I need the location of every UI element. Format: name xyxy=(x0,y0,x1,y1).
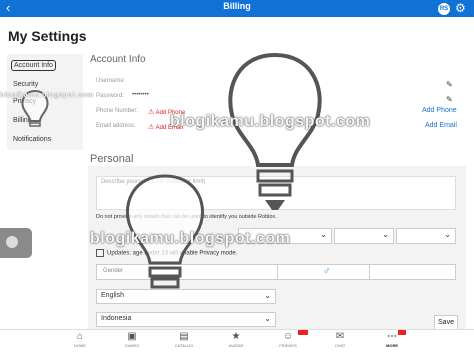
notification-badge xyxy=(298,330,308,335)
nav-avatar[interactable]: ★ AVATAR xyxy=(216,331,256,348)
chevron-down-icon: ⌄ xyxy=(264,291,271,300)
notification-badge xyxy=(398,330,406,335)
chevron-down-icon: ⌄ xyxy=(320,230,327,239)
cart-icon: ▤ xyxy=(179,331,189,342)
watermark-text: blogikamu.blogspot.com xyxy=(0,92,94,99)
country-value: Indonesia xyxy=(101,315,132,322)
chevron-down-icon: ⌄ xyxy=(382,230,389,239)
nav-chat[interactable]: ✉ CHAT xyxy=(320,331,360,348)
updates-checkbox[interactable] xyxy=(96,249,104,257)
chevron-down-icon: ⌄ xyxy=(444,230,451,239)
nav-more[interactable]: ⋯ MORE xyxy=(372,331,412,348)
email-label: Email address: xyxy=(96,123,136,129)
avatar-icon: ★ xyxy=(231,331,241,342)
birth-year-select[interactable]: ⌄ xyxy=(396,228,456,244)
username-label: Username: xyxy=(96,78,126,84)
birth-day-select[interactable]: ⌄ xyxy=(334,228,394,244)
personal-title: Personal xyxy=(90,153,134,165)
home-icon: ⌂ xyxy=(76,331,84,342)
gender-divider xyxy=(277,265,278,279)
nav-label: FRIENDS xyxy=(279,343,297,348)
side-drawer-dot xyxy=(6,236,18,248)
warning-icon: ⚠ xyxy=(148,109,155,116)
sidebar-item-account-info[interactable]: Account Info xyxy=(11,60,56,71)
add-email-link[interactable]: Add Email xyxy=(425,122,457,129)
edit-password-icon[interactable]: ✎ xyxy=(446,95,453,104)
chat-icon: ✉ xyxy=(335,331,345,342)
nav-label: CHAT xyxy=(334,343,346,348)
watermark-text: blogikamu.blogspot.com xyxy=(90,230,291,247)
password-label: Password: xyxy=(96,93,125,99)
edit-password-icon[interactable]: ✎ xyxy=(446,80,453,89)
robux-icon[interactable]: RS xyxy=(438,3,450,15)
top-bar: ‹ Billing RS ⚙ xyxy=(0,0,474,17)
gear-icon[interactable]: ⚙ xyxy=(455,1,466,15)
warning-icon: ⚠ xyxy=(148,124,155,131)
nav-home[interactable]: ⌂ HOME xyxy=(60,331,100,348)
nav-label: AVATAR xyxy=(228,343,244,348)
watermark-text: blogikamu.blogspot.com xyxy=(170,113,371,130)
page-title: My Settings xyxy=(8,28,87,44)
country-select[interactable]: Indonesia ⌄ xyxy=(96,312,276,327)
phone-label: Phone Number: xyxy=(96,108,139,114)
gender-divider xyxy=(369,265,370,279)
password-value: •••••••• xyxy=(132,92,149,98)
more-icon: ⋯ xyxy=(387,331,397,342)
nav-catalog[interactable]: ▤ CATALOG xyxy=(164,331,204,348)
account-info-title: Account Info xyxy=(90,54,146,65)
nav-label: GAMES xyxy=(124,343,140,348)
nav-label: HOME xyxy=(74,343,86,348)
nav-label: CATALOG xyxy=(174,343,194,348)
male-icon[interactable]: ♂ xyxy=(323,266,331,277)
nav-label: MORE xyxy=(386,343,398,348)
add-phone-link[interactable]: Add Phone xyxy=(422,107,457,114)
nav-games[interactable]: ▣ GAMES xyxy=(112,331,152,348)
page-header-title: Billing xyxy=(223,1,251,11)
save-button[interactable]: Save xyxy=(434,315,458,330)
sidebar-item-notifications[interactable]: Notifications xyxy=(13,136,51,143)
gamepad-icon: ▣ xyxy=(127,331,137,342)
sidebar-item-security[interactable]: Security xyxy=(13,81,38,88)
back-arrow-icon[interactable]: ‹ xyxy=(6,1,10,15)
chevron-down-icon: ⌄ xyxy=(264,314,271,323)
